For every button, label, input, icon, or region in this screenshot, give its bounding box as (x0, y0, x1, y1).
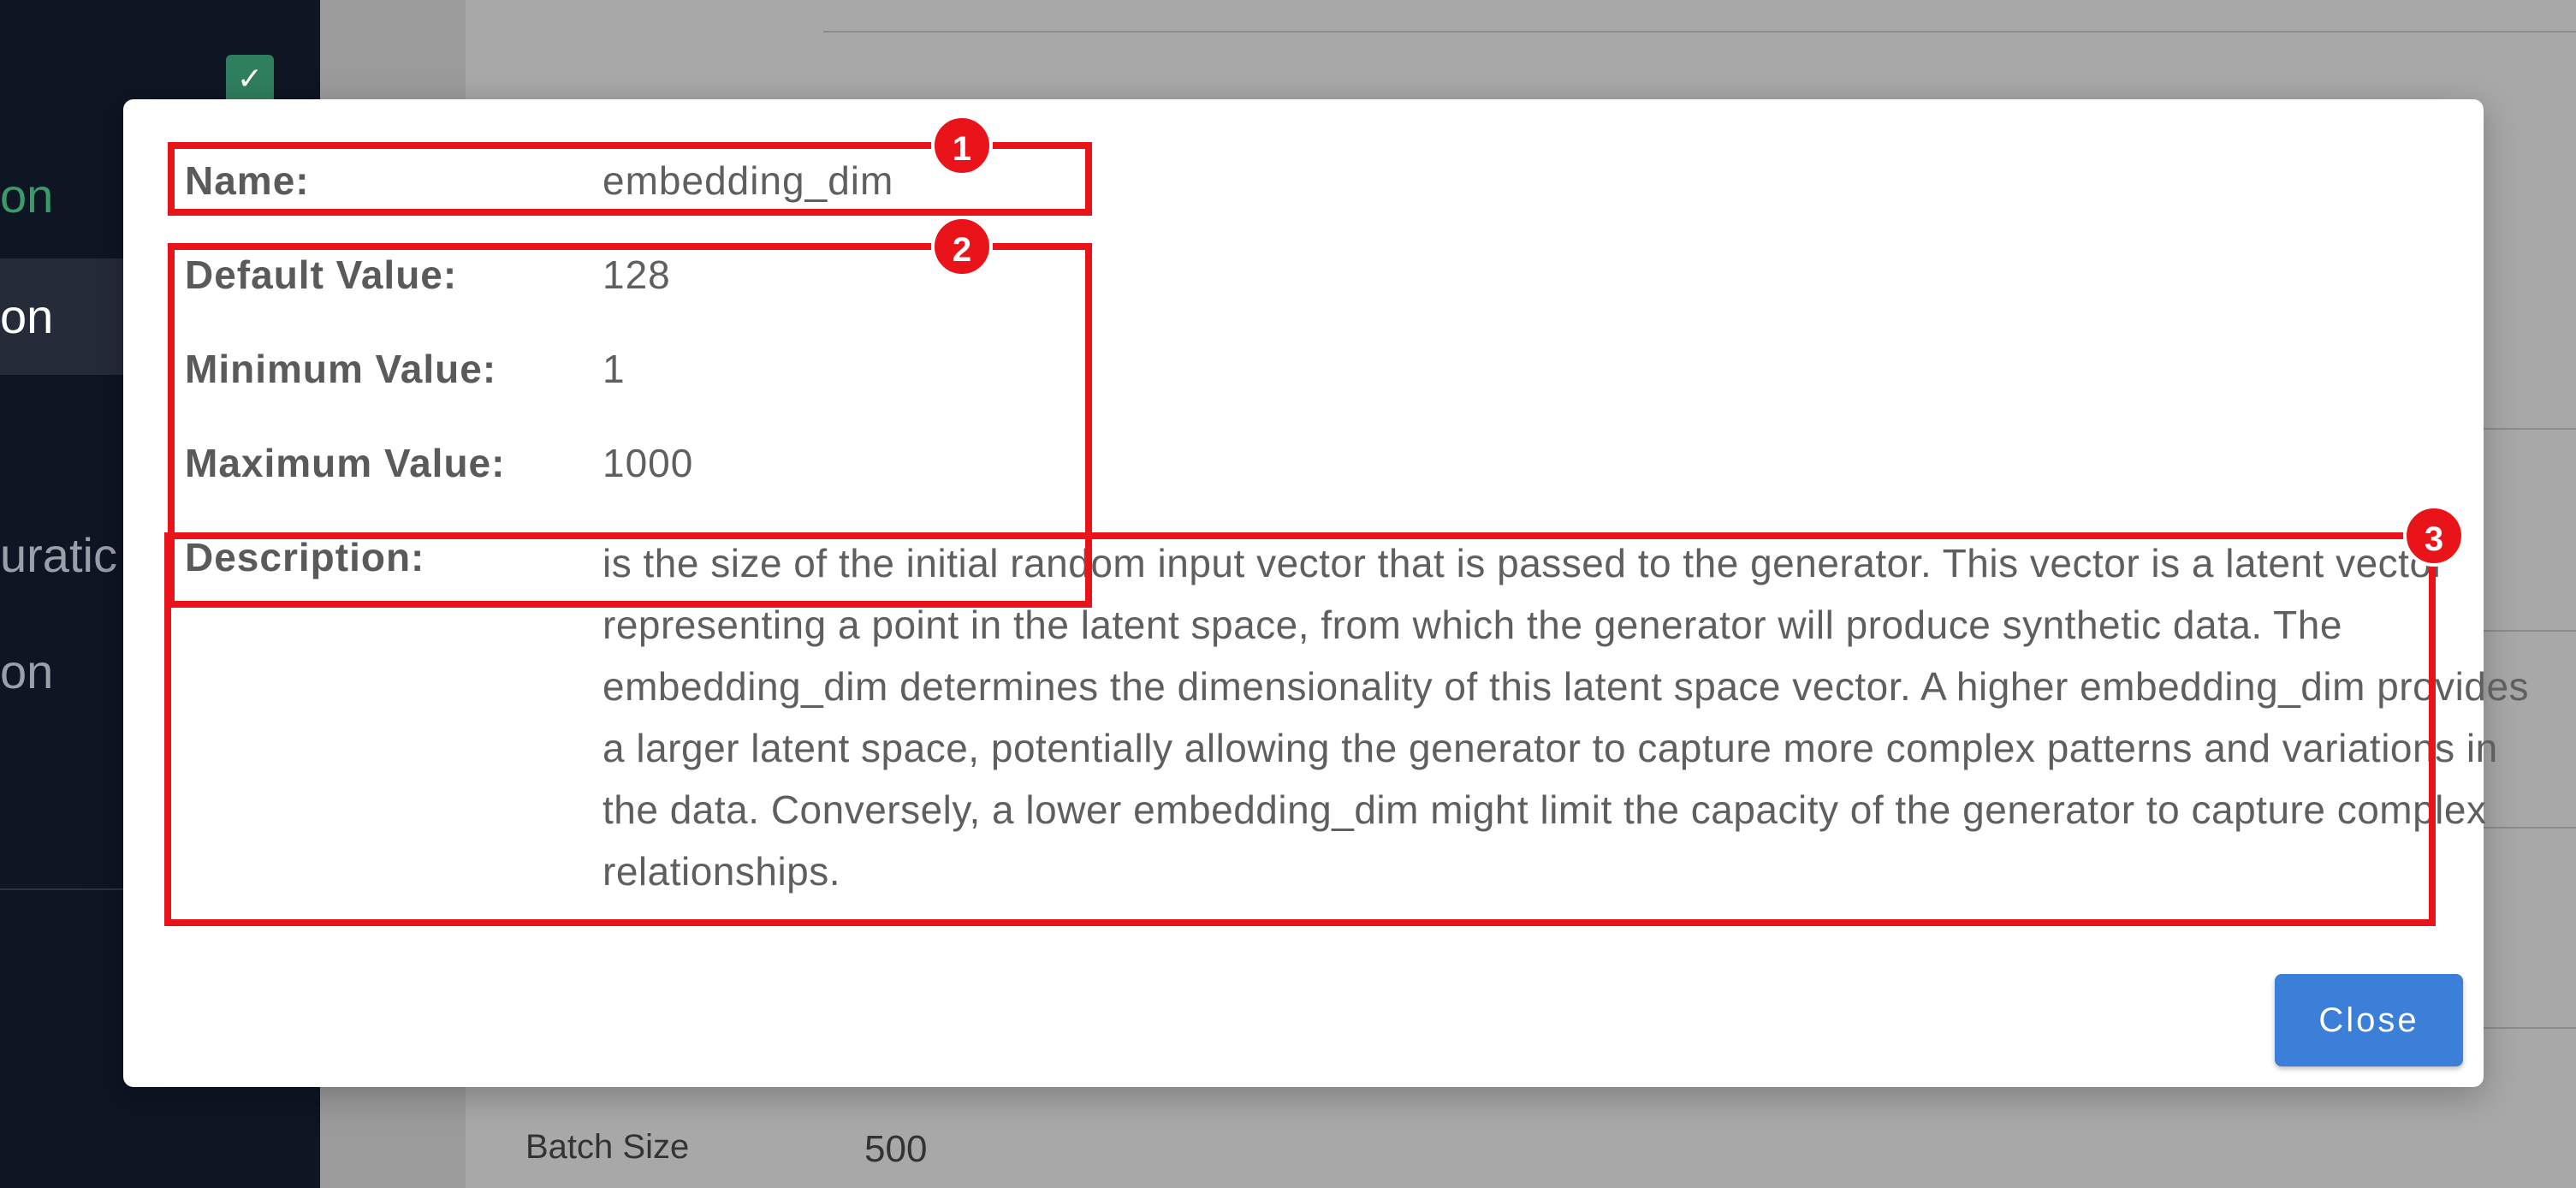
sidebar-item-3[interactable]: uratic (0, 527, 117, 583)
sidebar-item-1[interactable]: on (0, 168, 53, 223)
checkbox-checked-icon[interactable]: ✓ (226, 55, 274, 103)
annotation-badge-3: 3 (2403, 505, 2465, 567)
batch-size-value[interactable]: 500 (864, 1128, 927, 1171)
annotation-badge-2: 2 (931, 216, 993, 277)
sidebar-item-4[interactable]: on (0, 644, 53, 699)
batch-size-label: Batch Size (525, 1128, 690, 1166)
annotation-box-3 (164, 532, 2436, 926)
row-divider (823, 31, 2576, 33)
annotation-badge-1: 1 (931, 115, 993, 176)
close-button[interactable]: Close (2275, 974, 2463, 1066)
sidebar-divider (0, 888, 123, 890)
parameter-info-dialog: Name: embedding_dim Default Value: 128 M… (123, 99, 2529, 1087)
